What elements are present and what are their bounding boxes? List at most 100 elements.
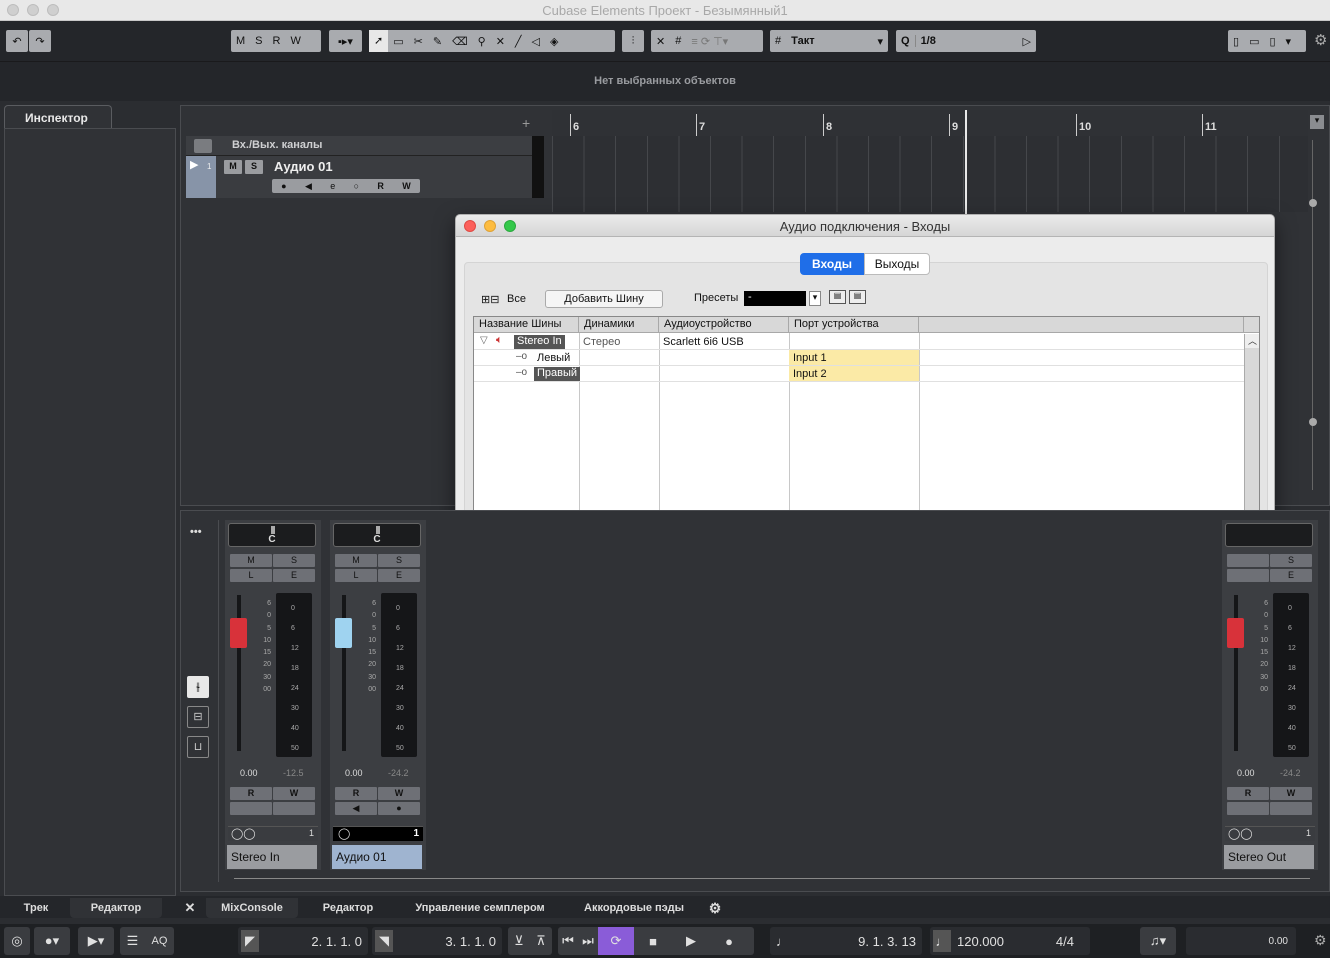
redo-icon[interactable]: ↷ (29, 30, 51, 52)
color-tool-icon[interactable]: ◈ (545, 35, 563, 48)
speaker-tool-icon[interactable]: ◁ (527, 35, 545, 48)
channel-listen-button[interactable] (1227, 569, 1269, 582)
mixer-scroll-track[interactable] (234, 878, 1310, 879)
bus-name[interactable]: Stereo In (514, 335, 565, 349)
pan-control[interactable]: C (228, 523, 316, 547)
quantize-mode-icon[interactable]: ☰ (127, 933, 139, 949)
tab-inputs[interactable]: Входы (800, 253, 864, 275)
pan-control[interactable] (1225, 523, 1313, 547)
project-cursor[interactable] (965, 110, 967, 216)
solo-all-button[interactable]: S (250, 35, 267, 47)
fader-section-icon[interactable]: ⫳ (187, 676, 209, 698)
channel-write-button[interactable]: W (378, 787, 420, 800)
lanes-icon[interactable]: ○ (354, 181, 359, 191)
add-bus-button[interactable]: Добавить Шину (545, 290, 663, 308)
position-display[interactable]: ♩ 9. 1. 3. 13 (770, 927, 922, 955)
right-locator-value[interactable]: 3. 1. 1. 0 (445, 934, 496, 949)
peak-value[interactable]: -12.5 (283, 768, 304, 778)
record-icon[interactable]: ● (710, 934, 748, 949)
channel-name[interactable]: Левый (537, 352, 570, 364)
peak-value[interactable]: -24.2 (388, 768, 409, 778)
cycle-mode-icon[interactable]: ▶▾ (78, 927, 114, 955)
tab-outputs[interactable]: Выходы (864, 253, 930, 275)
position-value[interactable]: 9. 1. 3. 13 (858, 934, 916, 949)
delete-preset-icon[interactable]: ▤ (849, 290, 866, 304)
presets-select[interactable]: - (744, 291, 806, 306)
zoom-tool-icon[interactable]: ⚲ (473, 35, 491, 48)
track-write-button[interactable]: W (402, 181, 411, 191)
channel-solo-button[interactable]: S (273, 554, 315, 567)
tab-mixconsole[interactable]: MixConsole (206, 898, 298, 918)
output-level[interactable]: 0.00 (1186, 927, 1296, 955)
write-all-button[interactable]: W (285, 35, 305, 47)
channel-name[interactable]: Аудио 01 (332, 845, 422, 869)
left-locator-value[interactable]: 2. 1. 1. 0 (311, 934, 362, 949)
event-display[interactable] (552, 136, 1308, 212)
punch-in-icon[interactable]: ⊻ (514, 933, 524, 949)
play-icon[interactable]: ▶ (672, 933, 710, 949)
channel-mute-button[interactable]: M (230, 554, 272, 567)
tempo-value[interactable]: 120.000 (957, 934, 1004, 949)
stop-icon[interactable]: ■ (634, 934, 672, 949)
performance-meter-icon[interactable]: ◎ (4, 927, 30, 955)
signature-value[interactable]: 4/4 (1056, 934, 1074, 949)
tempo-track-icon[interactable]: ♩ (933, 930, 951, 952)
folder-track[interactable]: Вх./Вых. каналы (186, 136, 544, 156)
bus-speakers[interactable]: Стерео (583, 336, 620, 348)
chevron-down-icon[interactable]: ▾ (1310, 115, 1324, 129)
tab-track[interactable]: Трек (4, 898, 68, 918)
channel-port[interactable]: Input 2 (789, 366, 919, 381)
record-enable-icon[interactable]: ● (281, 181, 286, 191)
add-track-icon[interactable]: + (522, 115, 530, 131)
col-header-device-port[interactable]: Порт устройства (789, 317, 919, 333)
channel-mute-button[interactable] (1227, 554, 1269, 567)
gear-icon[interactable]: ⚙ (1314, 31, 1327, 49)
fader-handle[interactable] (335, 618, 352, 648)
zoom-slider-handle[interactable] (1309, 199, 1317, 207)
track-read-button[interactable]: R (377, 181, 384, 191)
tempo-display[interactable]: ♩ 120.000 4/4 (930, 927, 1090, 955)
expand-triangle-icon[interactable]: ▽ (480, 335, 488, 346)
autoscroll-icon[interactable]: ⫶ (622, 30, 644, 52)
table-row[interactable]: ▽ 🔈︎ Stereo In Стерео Scarlett 6i6 USB (474, 334, 1244, 350)
channel-port[interactable]: Input 1 (789, 350, 919, 365)
volume-value[interactable]: 0.00 (345, 768, 363, 778)
mute-all-button[interactable]: M (231, 35, 250, 47)
expand-collapse-all-icon[interactable]: ⊞⊟ (481, 293, 499, 306)
record-mode-icon[interactable]: ●▾ (34, 927, 70, 955)
channel-edit-button[interactable]: E (273, 569, 315, 582)
col-header-bus-name[interactable]: Название Шины (474, 317, 579, 333)
record-enable-icon[interactable]: ● (378, 802, 420, 815)
chevron-down-icon[interactable]: ▾ (1281, 35, 1297, 48)
channel-name[interactable]: Stereo Out (1224, 845, 1314, 869)
grid-icon[interactable]: # (670, 35, 686, 47)
right-locator-icon[interactable]: ◥ (375, 930, 393, 952)
channel-empty-button[interactable] (1227, 802, 1269, 815)
gear-icon[interactable]: ⚙ (1314, 932, 1327, 949)
pan-control[interactable]: C (333, 523, 421, 547)
channel-read-button[interactable]: R (335, 787, 377, 800)
mixer-menu-icon[interactable]: ••• (190, 526, 202, 538)
peak-value[interactable]: -24.2 (1280, 768, 1301, 778)
right-zone-icon[interactable]: ▯ (1264, 35, 1280, 48)
channel-read-button[interactable]: R (230, 787, 272, 800)
snap-mode-icon[interactable]: ≡ ⟳ ⊤▾ (686, 35, 733, 48)
grid-type-select[interactable]: # Такт ▾ (770, 30, 888, 52)
mute-tool-icon[interactable]: ✕ (491, 35, 510, 48)
channel-write-button[interactable]: W (1270, 787, 1312, 800)
range-tool-icon[interactable]: ▭ (388, 35, 408, 48)
go-to-end-icon[interactable]: ⏭ (578, 933, 598, 949)
audio-track[interactable]: ▶ 1 M S Аудио 01 ● ◀ e ○ R W (186, 156, 544, 198)
inspector-tab[interactable]: Инспектор (4, 105, 112, 129)
undo-icon[interactable]: ↶ (6, 30, 28, 52)
channel-empty-button[interactable] (273, 802, 315, 815)
channel-edit-button[interactable]: E (378, 569, 420, 582)
chevron-down-icon[interactable]: ▾ (809, 291, 821, 306)
tab-chord-pads[interactable]: Аккордовые пэды (572, 898, 696, 918)
left-locator-icon[interactable]: ◤ (241, 930, 259, 952)
track-mute-button[interactable]: M (224, 160, 242, 174)
channel-mute-button[interactable]: M (335, 554, 377, 567)
fader-handle[interactable] (1227, 618, 1244, 648)
left-zone-icon[interactable]: ▯ (1228, 35, 1244, 48)
channel-solo-button[interactable]: S (1270, 554, 1312, 567)
